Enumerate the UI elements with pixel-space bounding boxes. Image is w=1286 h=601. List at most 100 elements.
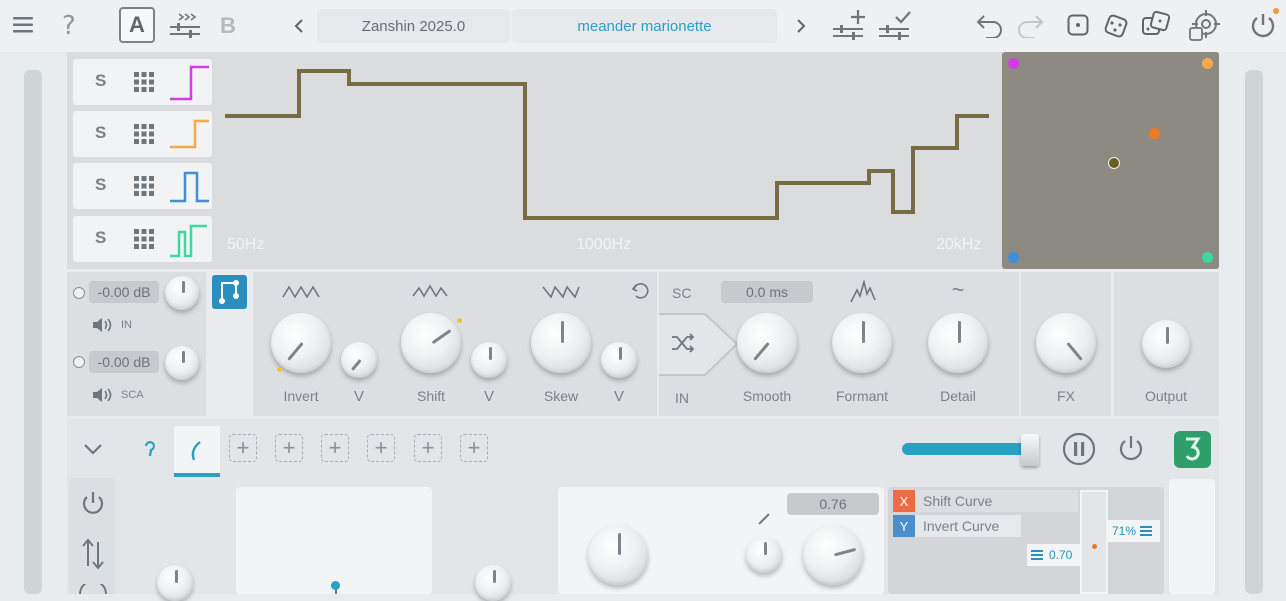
target-row[interactable]: Y Invert Curve (893, 515, 1021, 537)
lfo-tab-icon[interactable] (143, 440, 157, 458)
preset-name[interactable]: meander marionette (512, 9, 777, 43)
prev-preset-icon[interactable] (294, 19, 304, 33)
wave-shift-icon (412, 283, 450, 301)
xy-target-dot[interactable] (1149, 128, 1160, 139)
add-mod-tab-button[interactable]: + (460, 434, 488, 462)
speaker-icon[interactable] (91, 316, 113, 334)
reset-icon[interactable] (631, 282, 649, 300)
invert-amount-knob[interactable] (341, 342, 377, 378)
env-depth-knob[interactable] (588, 525, 648, 585)
envelope-tab-icon[interactable] (188, 440, 206, 462)
band-row[interactable]: S (73, 111, 212, 157)
envelope-node[interactable] (331, 581, 340, 590)
detail-knob[interactable] (928, 313, 988, 373)
sca-gain-knob[interactable] (165, 346, 199, 380)
solo-button[interactable]: S (95, 175, 106, 195)
add-mod-tab-button[interactable]: + (367, 434, 395, 462)
shuffle-icon[interactable] (671, 333, 695, 353)
band-row[interactable]: S (73, 59, 212, 105)
add-mod-tab-button[interactable]: + (414, 434, 442, 462)
dice-random-icon[interactable] (1102, 12, 1130, 40)
brand-logo[interactable] (1174, 431, 1211, 468)
right-scroll-rail[interactable] (1245, 70, 1263, 594)
sca-level[interactable]: -0.00 dB (89, 351, 159, 373)
output-knob[interactable] (1142, 320, 1190, 368)
shift-knob[interactable] (401, 313, 461, 373)
skew-menu[interactable]: V (609, 388, 629, 405)
ab-a-button[interactable]: A (119, 7, 155, 43)
loop-icon[interactable] (78, 584, 108, 594)
ab-b-button[interactable]: B (220, 13, 236, 39)
add-preset-icon[interactable] (832, 8, 868, 42)
dice-multi-icon[interactable] (1140, 10, 1172, 42)
skew-knob[interactable] (531, 313, 591, 373)
fx-label: FX (1057, 388, 1075, 404)
env-amount-knob[interactable] (803, 525, 863, 585)
chevron-down-icon[interactable] (83, 442, 103, 456)
menu-icon[interactable] (13, 16, 33, 34)
add-mod-tab-button[interactable]: + (229, 434, 257, 462)
sc-time[interactable]: 0.0 ms (721, 281, 813, 303)
fx-knob[interactable] (1036, 313, 1096, 373)
flip-vertical-icon[interactable] (80, 538, 106, 570)
solo-button[interactable]: S (95, 123, 106, 143)
mod-dot (277, 367, 282, 372)
mod-depth-slider-thumb[interactable] (1021, 434, 1039, 466)
mod-scroll-area[interactable] (1169, 479, 1215, 594)
invert-knob[interactable] (271, 313, 331, 373)
invert-label: Invert (283, 388, 319, 404)
in-label: IN (121, 319, 132, 331)
help-icon[interactable]: ? (60, 12, 80, 38)
grid-icon[interactable] (134, 176, 154, 196)
target-row[interactable]: X Shift Curve (893, 490, 1078, 512)
grid-icon[interactable] (134, 72, 154, 92)
fader-right-value[interactable]: 71% (1108, 520, 1160, 542)
envelope-power-icon[interactable] (80, 490, 106, 518)
xy-corner-dot (1202, 58, 1213, 69)
in-level[interactable]: -0.00 dB (89, 281, 159, 303)
xy-handle[interactable] (1108, 157, 1120, 169)
power-icon[interactable] (1249, 12, 1277, 40)
smooth-knob[interactable] (737, 313, 797, 373)
freq-label-high: 20kHz (936, 236, 982, 253)
save-preset-icon[interactable] (878, 8, 914, 42)
add-mod-tab-button[interactable]: + (275, 434, 303, 462)
shift-menu[interactable]: V (479, 388, 499, 405)
grid-icon[interactable] (134, 124, 154, 144)
dice-one-icon[interactable] (1067, 14, 1089, 36)
skew-amount-knob[interactable] (601, 342, 637, 378)
copy-a-to-b-icon[interactable] (169, 10, 201, 40)
env-curve-knob[interactable] (746, 537, 782, 573)
solo-button[interactable]: S (95, 71, 106, 91)
target-dice-icon[interactable] (1188, 10, 1220, 42)
envelope-editor[interactable] (236, 487, 432, 594)
redo-icon[interactable] (1016, 12, 1044, 38)
pause-icon[interactable] (1062, 432, 1096, 466)
add-mod-tab-button[interactable]: + (321, 434, 349, 462)
routing-button[interactable] (212, 275, 247, 309)
depth-fader[interactable] (1080, 490, 1108, 594)
mod-power-icon[interactable] (1117, 434, 1145, 464)
sca-radio[interactable] (73, 356, 85, 368)
fader-left-value[interactable]: 0.70 (1027, 544, 1080, 566)
next-preset-icon[interactable] (796, 19, 806, 33)
sc-in-label: IN (675, 390, 689, 406)
in-radio[interactable] (73, 287, 85, 299)
mod-depth-slider[interactable] (902, 443, 1034, 455)
preset-bank[interactable]: Zanshin 2025.0 (317, 9, 510, 43)
solo-button[interactable]: S (95, 228, 106, 248)
env-release-knob[interactable] (475, 565, 511, 601)
invert-menu[interactable]: V (349, 388, 369, 405)
xy-corner-dot (1008, 58, 1019, 69)
shift-amount-knob[interactable] (471, 342, 507, 378)
grid-icon[interactable] (134, 229, 154, 249)
left-scroll-rail[interactable] (24, 70, 42, 594)
in-gain-knob[interactable] (165, 276, 199, 310)
band-row[interactable]: S (73, 163, 212, 209)
band-row[interactable]: S (73, 216, 212, 262)
env-attack-knob[interactable] (157, 565, 193, 601)
formant-knob[interactable] (832, 313, 892, 373)
undo-icon[interactable] (976, 12, 1004, 38)
param-value-box[interactable]: 0.76 (787, 493, 879, 515)
speaker-icon[interactable] (91, 386, 113, 404)
